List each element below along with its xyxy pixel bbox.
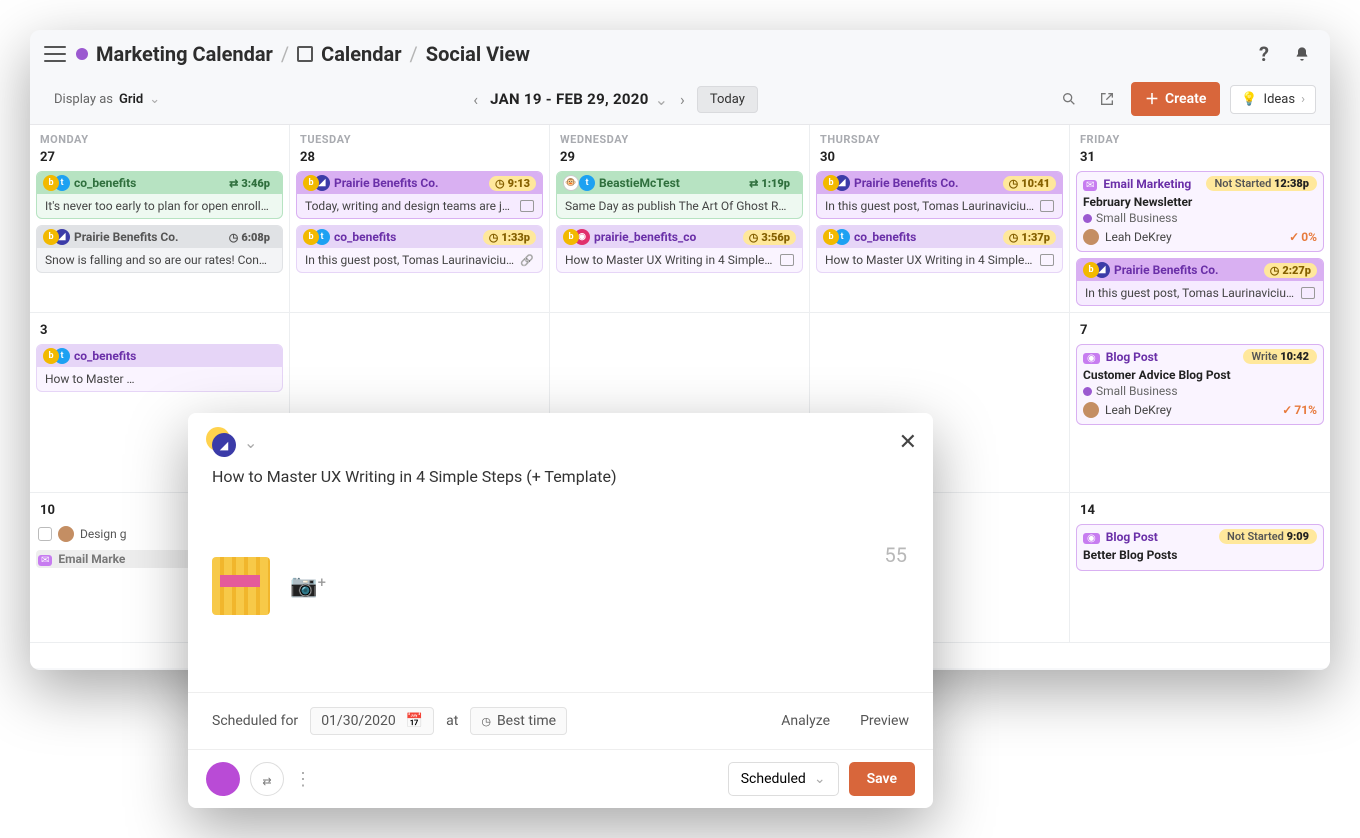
bulb-icon: 💡 [1241,92,1257,107]
compose-modal: ✦◢ ⌄ ✕ How to Master UX Writing in 4 Sim… [188,413,933,808]
avatar [1083,229,1099,245]
clock-icon [495,177,505,190]
chevron-right-icon: › [1301,92,1305,107]
day-cell[interactable]: THURSDAY 30 b◢ Prairie Benefits Co. 10:4… [810,125,1070,313]
topbar: Marketing Calendar / Calendar / Social V… [30,30,1330,78]
scheduled-dropdown[interactable]: Scheduled ⌄ [728,762,839,796]
clock-icon [1270,264,1280,277]
best-time-button[interactable]: Best time [470,707,567,735]
more-icon[interactable]: ⋮ [294,769,312,790]
plus-icon: ＋ [1145,89,1159,109]
week-row: MONDAY 27 bt co_benefits 3:46p It's neve… [30,125,1330,313]
event-card[interactable]: bt co_benefits 3:46p It's never too earl… [36,171,283,219]
share-icon[interactable] [1093,85,1121,113]
rss-icon [1083,530,1100,544]
project-dot-icon [76,48,88,60]
calendar-icon: 📅 [406,713,423,729]
prev-range-button[interactable]: ‹ [467,86,484,113]
modal-header: ✦◢ ⌄ ✕ [188,413,933,457]
date-range: ‹ JAN 19 - FEB 29, 2020 ⌄ › Today [180,86,1045,113]
chevron-down-icon: ⌄ [814,771,826,787]
attachment-thumbnail[interactable] [212,557,270,615]
event-card[interactable]: bt co_benefits How to Master … [36,344,283,392]
image-icon [1040,200,1054,212]
rss-icon [1083,350,1100,364]
help-icon[interactable]: ? [1250,40,1278,68]
toolbar: Display as Grid ⌄ ‹ JAN 19 - FEB 29, 202… [30,78,1330,124]
ideas-button[interactable]: 💡 Ideas › [1230,85,1316,114]
event-card-large[interactable]: Email Marketing Not Started 12:38p Febru… [1076,171,1324,252]
modal-footer: ⋮ Scheduled ⌄ Save [188,749,933,808]
compose-text[interactable]: How to Master UX Writing in 4 Simple Ste… [212,467,909,486]
create-button[interactable]: ＋ Create [1131,82,1220,116]
event-card[interactable]: b◉ prairie_benefits_co 3:56p How to Mast… [556,225,803,273]
checkbox[interactable] [38,527,52,541]
account-selector[interactable]: ✦◢ ⌄ [206,427,257,457]
image-icon [520,200,534,212]
clock-icon [229,231,239,244]
char-count: 55 [885,543,907,567]
avatar [58,526,74,542]
chevron-down-icon: ⌄ [149,92,160,107]
chevron-down-icon: ⌄ [244,433,257,452]
menu-icon[interactable] [44,46,66,62]
clock-icon [489,231,499,244]
breadcrumb-root[interactable]: Marketing Calendar [96,42,273,66]
image-icon [1301,287,1315,299]
event-card[interactable]: b◢ Prairie Benefits Co. 6:08p Snow is fa… [36,225,283,273]
clock-icon [481,713,491,729]
day-cell[interactable]: MONDAY 27 bt co_benefits 3:46p It's neve… [30,125,290,313]
clock-icon [1009,231,1019,244]
date-picker[interactable]: 01/30/2020 📅 [310,707,434,735]
day-cell[interactable]: 14 Blog Post Not Started 9:09 Better Blo… [1070,493,1330,643]
event-card[interactable]: 🐵t BeastieMcTest 1:19p Same Day as publi… [556,171,803,219]
display-as-dropdown[interactable]: Display as Grid ⌄ [44,86,170,113]
avatar [1083,402,1099,418]
day-cell[interactable]: WEDNESDAY 29 🐵t BeastieMcTest 1:19p Same… [550,125,810,313]
shuffle-icon [749,177,758,190]
shuffle-icon [229,177,238,190]
save-button[interactable]: Save [849,762,915,796]
day-cell[interactable]: TUESDAY 28 b◢ Prairie Benefits Co. 9:13 … [290,125,550,313]
event-card[interactable]: bt co_benefits 1:33p In this guest post,… [296,225,543,273]
add-media-icon[interactable]: 📷⁺ [290,574,326,599]
event-card[interactable]: b◢ Prairie Benefits Co. 9:13 Today, writ… [296,171,543,219]
event-card[interactable]: bt co_benefits 1:37p How to Master UX Wr… [816,225,1063,273]
image-icon [1040,254,1054,266]
close-icon[interactable]: ✕ [899,430,917,455]
search-icon[interactable] [1055,85,1083,113]
shuffle-button[interactable] [250,762,284,796]
clock-icon [1009,177,1019,190]
today-button[interactable]: Today [697,86,758,113]
email-icon [1083,177,1097,191]
preview-button[interactable]: Preview [860,713,909,729]
event-card[interactable]: b◢ Prairie Benefits Co. 10:41 In this gu… [816,171,1063,219]
schedule-row: Scheduled for 01/30/2020 📅 at Best time … [188,692,933,749]
calendar-icon [297,46,313,62]
link-icon [520,253,534,267]
analyze-button[interactable]: Analyze [781,713,830,729]
next-range-button[interactable]: › [674,86,691,113]
email-icon [38,552,52,566]
breadcrumb: Marketing Calendar / Calendar / Social V… [76,42,530,66]
clock-icon [749,231,759,244]
event-card-large[interactable]: Blog Post Write 10:42 Customer Advice Bl… [1076,344,1324,425]
event-card[interactable]: b◢ Prairie Benefits Co. 2:27p In this gu… [1076,258,1324,306]
modal-body: How to Master UX Writing in 4 Simple Ste… [188,457,933,692]
breadcrumb-mid[interactable]: Calendar [321,42,401,66]
breadcrumb-leaf[interactable]: Social View [426,42,530,66]
image-icon [780,254,794,266]
day-cell[interactable]: 7 Blog Post Write 10:42 Customer Advice … [1070,313,1330,493]
bell-icon[interactable] [1288,40,1316,68]
status-color-button[interactable] [206,762,240,796]
event-card-large[interactable]: Blog Post Not Started 9:09 Better Blog P… [1076,524,1324,571]
day-cell[interactable]: FRIDAY 31 Email Marketing Not Started 12… [1070,125,1330,313]
chevron-down-icon[interactable]: ⌄ [655,90,668,109]
